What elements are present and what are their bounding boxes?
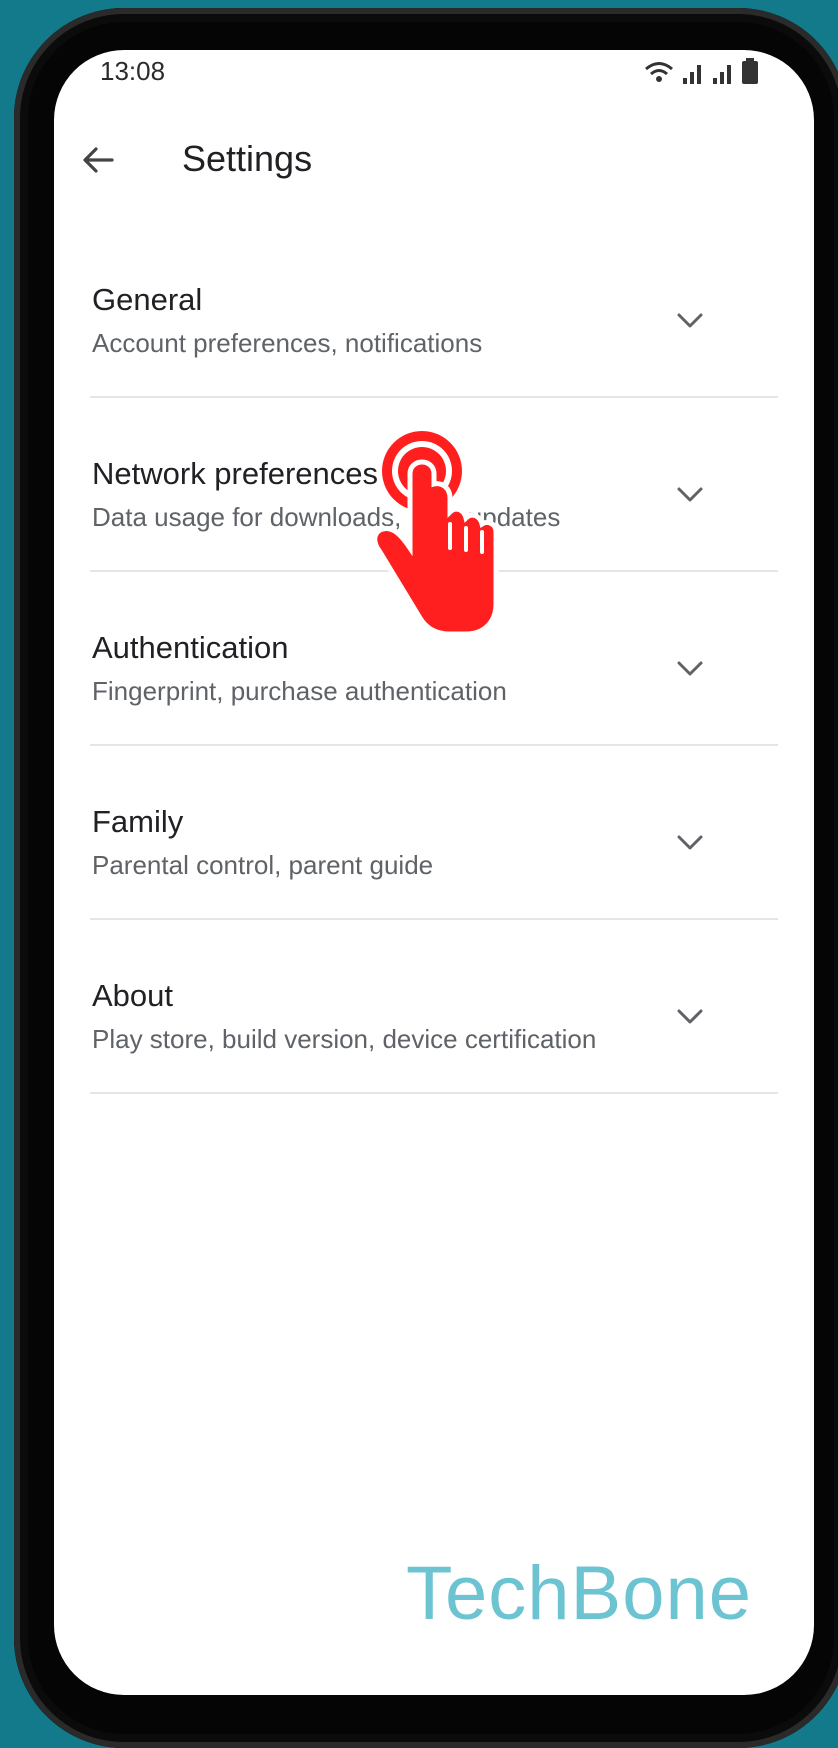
settings-item-subtitle: Fingerprint, purchase authentication [92, 676, 507, 706]
settings-item-title: General [92, 282, 203, 317]
chevron-down-icon[interactable] [670, 996, 710, 1036]
settings-item-subtitle: Account preferences, notifications [92, 328, 483, 358]
settings-item-title: Authentication [92, 630, 289, 665]
status-time: 13:08 [100, 56, 166, 86]
chevron-down-icon[interactable] [670, 648, 710, 688]
arrow-back-icon[interactable] [78, 140, 118, 180]
chevron-down-icon[interactable] [670, 822, 710, 862]
phone-screen: 13:08 Settings General Account preferenc… [54, 50, 814, 1695]
settings-item-title: Network preferences [92, 456, 379, 491]
settings-item-subtitle: Parental control, parent guide [92, 850, 434, 880]
app-bar: Settings [54, 110, 814, 210]
status-bar: 13:08 [54, 50, 814, 94]
watermark-logo: TechBone [406, 1551, 753, 1636]
divider [90, 1092, 778, 1094]
signal-icon [683, 65, 701, 84]
settings-item-title: About [92, 978, 174, 1013]
signal-icon-2 [713, 65, 731, 84]
settings-item-title: Family [92, 804, 184, 839]
settings-item-general[interactable]: General Account preferences, notificatio… [54, 224, 814, 398]
status-icons [644, 58, 758, 84]
wifi-icon [645, 62, 673, 82]
settings-list: General Account preferences, notificatio… [54, 224, 814, 1094]
page-title: Settings [182, 138, 313, 179]
chevron-down-icon[interactable] [670, 474, 710, 514]
settings-item-about[interactable]: About Play store, build version, device … [54, 920, 814, 1094]
chevron-down-icon[interactable] [670, 300, 710, 340]
battery-icon [742, 58, 758, 84]
tap-hand-icon [372, 431, 499, 637]
settings-item-subtitle: Play store, build version, device certif… [92, 1024, 597, 1054]
settings-item-family[interactable]: Family Parental control, parent guide [54, 746, 814, 920]
